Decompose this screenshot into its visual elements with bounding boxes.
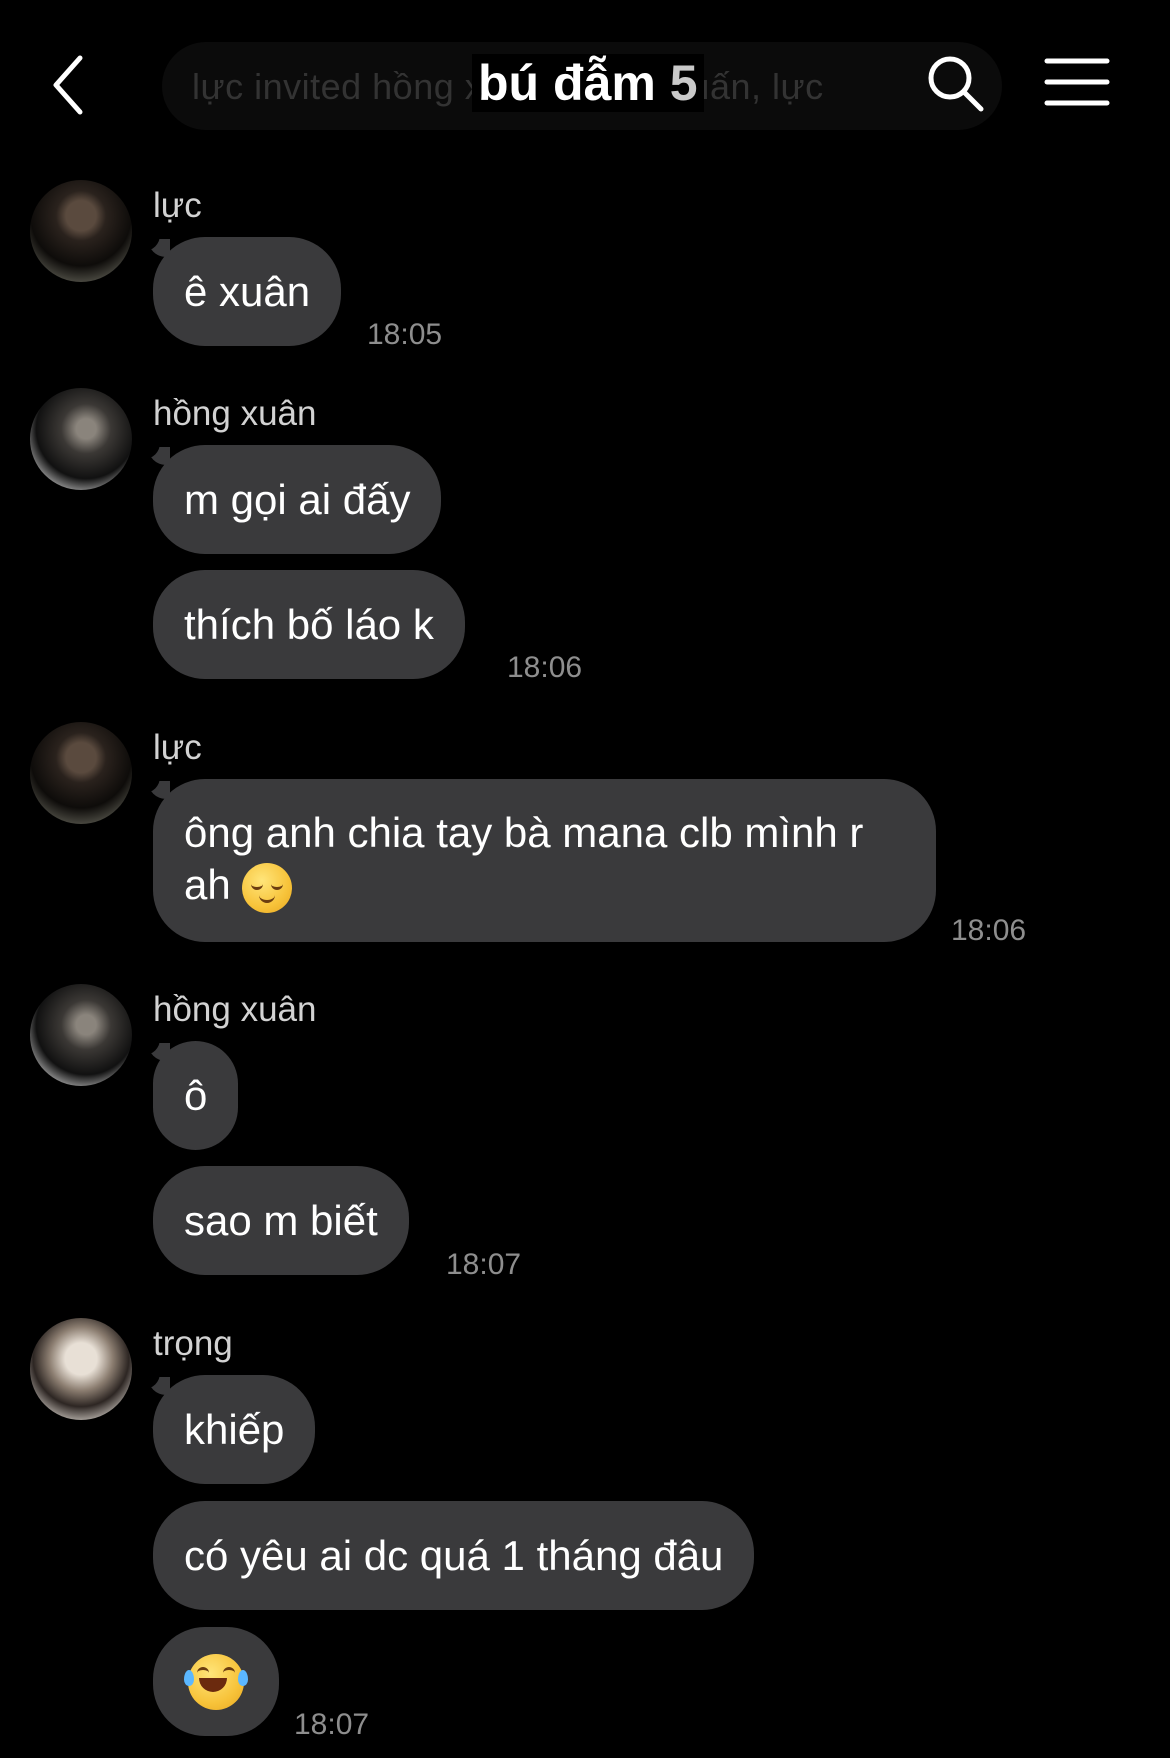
avatar-luc[interactable] <box>30 180 132 282</box>
member-count: 5 <box>669 55 698 111</box>
sender-name: trọng <box>153 1324 233 1363</box>
search-button[interactable] <box>925 53 987 115</box>
message-text: có yêu ai dc quá 1 tháng đâu <box>184 1532 724 1579</box>
menu-button[interactable] <box>1044 56 1110 108</box>
message-text: ô <box>184 1072 208 1119</box>
message-time: 18:07 <box>446 1248 522 1281</box>
bubble-tail <box>138 233 170 257</box>
message-bubble[interactable]: thích bố láo k <box>153 570 465 679</box>
avatar-hong-xuan[interactable] <box>30 984 132 1086</box>
back-button[interactable] <box>44 50 104 120</box>
face-with-tears-of-joy-emoji <box>184 1653 248 1710</box>
group-name: bú đẫm <box>478 55 656 111</box>
message-time: 18:06 <box>507 651 583 684</box>
message-bubble[interactable]: m gọi ai đấy <box>153 445 442 554</box>
sender-name: hồng xuân <box>153 990 317 1029</box>
group-title[interactable]: bú đẫm 5 <box>472 54 704 112</box>
sender-name: lực <box>153 728 202 767</box>
message-bubble[interactable]: ê xuân <box>153 237 342 346</box>
message-text: ê xuân <box>184 268 311 315</box>
chevron-left-icon <box>53 55 83 115</box>
message-time: 18:06 <box>951 914 1027 947</box>
message-text: khiếp <box>184 1406 285 1453</box>
avatar-trong[interactable] <box>30 1318 132 1420</box>
avatar-hong-xuan[interactable] <box>30 388 132 490</box>
bubble-tail <box>138 1037 170 1061</box>
hamburger-menu-icon <box>1044 58 1110 106</box>
chat-header: lực invited hồng xuân, thành huấn, lực b… <box>0 0 1170 150</box>
bubble-tail <box>138 775 170 799</box>
sender-name: lực <box>153 186 202 225</box>
avatar-luc[interactable] <box>30 722 132 824</box>
bubble-tail <box>138 441 170 465</box>
message-bubble[interactable]: sao m biết <box>153 1166 409 1275</box>
message-time: 18:05 <box>367 318 443 351</box>
relieved-face-emoji <box>242 862 293 913</box>
message-bubble[interactable]: có yêu ai dc quá 1 tháng đâu <box>153 1501 755 1610</box>
bubble-tail <box>138 1371 170 1395</box>
message-text: thích bố láo k <box>184 601 434 648</box>
message-time: 18:07 <box>294 1708 370 1741</box>
emoji-bubble[interactable] <box>153 1627 279 1736</box>
message-bubble[interactable]: khiếp <box>153 1375 316 1484</box>
search-icon <box>928 56 984 112</box>
message-bubble[interactable]: ông anh chia tay bà mana clb mình r ah <box>153 779 936 942</box>
message-text: sao m biết <box>184 1197 378 1244</box>
message-text: ông anh chia tay bà mana clb mình r ah <box>184 807 905 913</box>
sender-name: hồng xuân <box>153 394 317 433</box>
message-text: m gọi ai đấy <box>184 476 411 523</box>
